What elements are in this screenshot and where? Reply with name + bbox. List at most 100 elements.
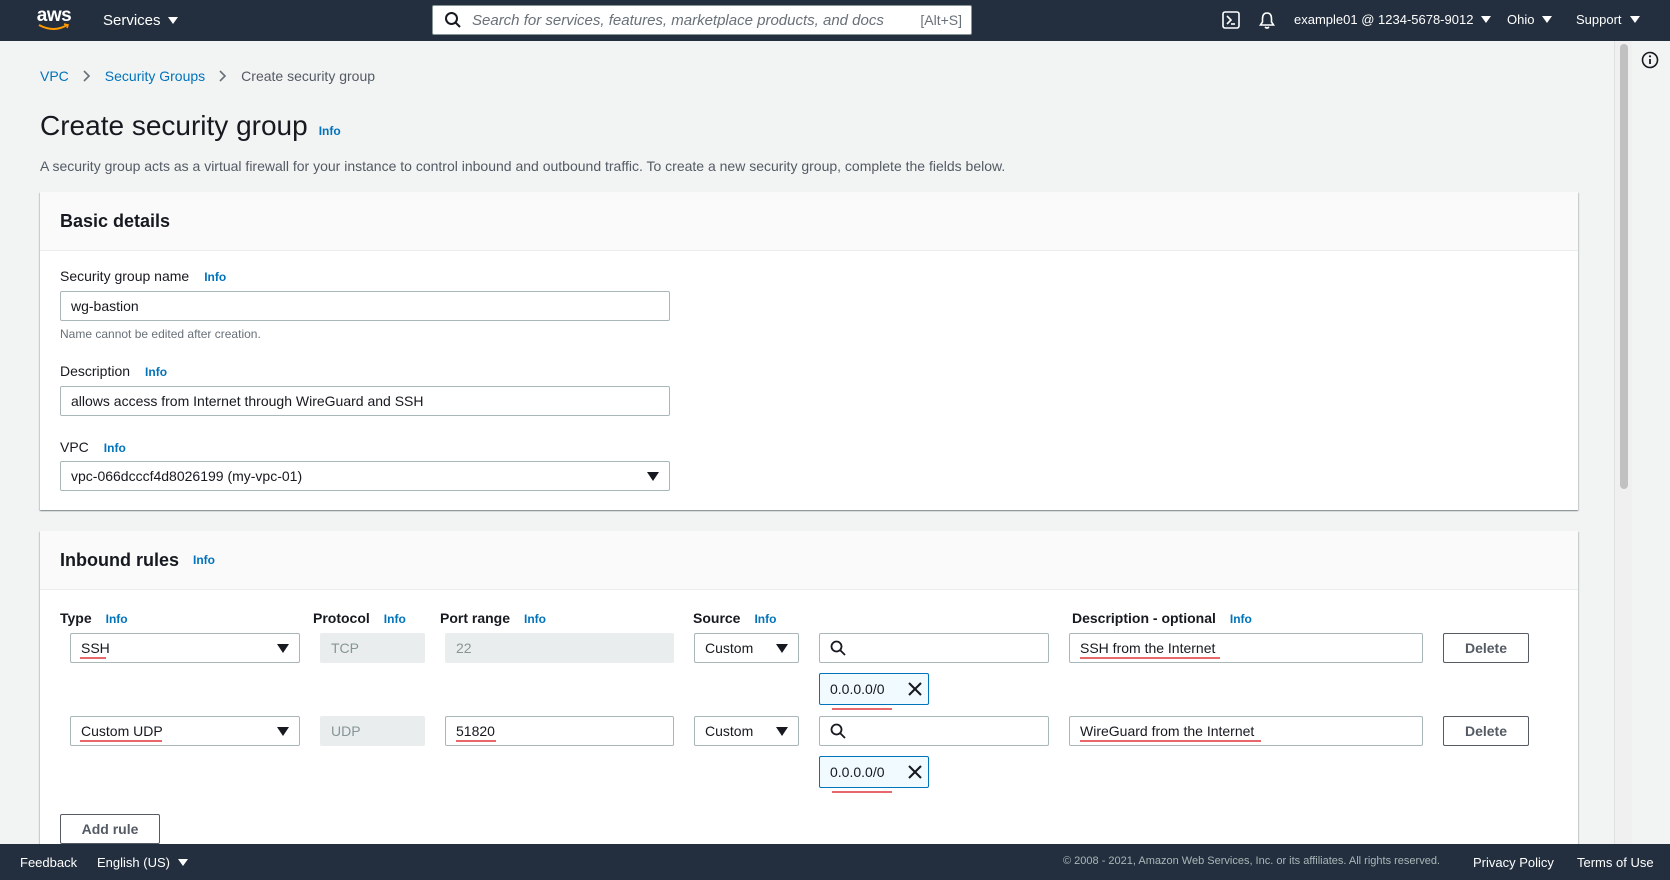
inbound-rules-header: Inbound rules Info — [40, 531, 1578, 590]
search-icon — [445, 12, 461, 28]
terms-of-use-link[interactable]: Terms of Use — [1577, 855, 1654, 870]
vpc-info-link[interactable]: Info — [104, 441, 126, 455]
rule-source-value: Custom — [705, 723, 754, 739]
rule-source-select[interactable]: Custom — [694, 716, 799, 746]
spellcheck-underline — [80, 740, 162, 742]
copyright-text: © 2008 - 2021, Amazon Web Services, Inc.… — [1063, 855, 1440, 867]
rule-port-range-field: 22 — [445, 633, 674, 663]
close-icon[interactable] — [906, 763, 924, 781]
description-value: allows access from Internet through Wire… — [71, 393, 424, 409]
rule-type-value: SSH — [81, 640, 110, 656]
page-title-text: Create security group — [40, 110, 308, 141]
support-menu[interactable]: Support — [1576, 12, 1640, 27]
footer: Feedback English (US) © 2008 - 2021, Ama… — [0, 844, 1670, 880]
feedback-link[interactable]: Feedback — [20, 855, 77, 870]
col-protocol: Protocol Info — [313, 610, 406, 626]
cloudshell-icon[interactable] — [1221, 10, 1241, 30]
aws-logo-text: aws — [36, 5, 72, 26]
rule-cidr-search[interactable] — [819, 633, 1049, 663]
close-icon[interactable] — [906, 680, 924, 698]
services-menu[interactable]: Services — [103, 12, 178, 29]
breadcrumb-security-groups[interactable]: Security Groups — [105, 68, 205, 84]
spellcheck-underline — [1080, 740, 1261, 742]
privacy-policy-link[interactable]: Privacy Policy — [1473, 855, 1554, 870]
sg-name-input[interactable]: wg-bastion — [60, 291, 670, 321]
col-description: Description - optional Info — [1072, 610, 1252, 626]
chevron-down-icon — [1542, 16, 1553, 23]
top-navigation: aws Services Search for services, featur… — [0, 0, 1670, 41]
rule-cidr-search[interactable] — [819, 716, 1049, 746]
scrollbar-thumb[interactable] — [1620, 44, 1628, 489]
rule-source-value: Custom — [705, 640, 754, 656]
description-label-text: Description — [60, 363, 131, 379]
info-panel-icon[interactable] — [1641, 51, 1659, 69]
caret-down-icon — [776, 727, 788, 736]
spellcheck-underline — [1080, 657, 1220, 659]
caret-down-icon — [277, 727, 289, 736]
support-label: Support — [1576, 12, 1622, 27]
region-menu[interactable]: Ohio — [1507, 12, 1553, 27]
search-icon — [830, 640, 846, 656]
sg-name-label-text: Security group name — [60, 268, 190, 284]
delete-rule-button[interactable]: Delete — [1443, 716, 1529, 746]
chevron-down-icon — [1629, 16, 1640, 23]
col-port-range-label: Port range — [440, 610, 511, 626]
region-label: Ohio — [1507, 12, 1535, 27]
language-menu[interactable]: English (US) — [97, 855, 188, 870]
basic-details-header: Basic details — [40, 192, 1578, 251]
rule-port-range-value: 22 — [456, 640, 472, 656]
caret-down-icon — [277, 644, 289, 653]
add-rule-button[interactable]: Add rule — [60, 814, 160, 844]
page-scrollbar[interactable] — [1614, 41, 1632, 844]
basic-details-heading: Basic details — [60, 210, 171, 231]
protocol-info-link[interactable]: Info — [384, 612, 406, 626]
description-col-info-link[interactable]: Info — [1230, 612, 1252, 626]
rule-protocol-field: TCP — [320, 633, 425, 663]
rule-description-value: SSH from the Internet — [1080, 640, 1216, 656]
type-info-link[interactable]: Info — [106, 612, 128, 626]
bell-icon[interactable] — [1257, 10, 1277, 30]
global-search[interactable]: Search for services, features, marketpla… — [432, 5, 972, 35]
breadcrumb: VPC Security Groups Create security grou… — [40, 68, 375, 84]
caret-down-icon — [776, 644, 788, 653]
spellcheck-underline — [456, 740, 496, 742]
rule-protocol-field: UDP — [320, 716, 425, 746]
rule-protocol-value: UDP — [331, 723, 361, 739]
sg-name-label: Security group name Info — [60, 268, 226, 284]
port-range-info-link[interactable]: Info — [524, 612, 546, 626]
chevron-down-icon — [167, 17, 178, 24]
search-icon — [830, 723, 846, 739]
page-description: A security group acts as a virtual firew… — [40, 158, 1006, 174]
inbound-rules-panel: Inbound rules Info — [40, 531, 1578, 851]
aws-logo[interactable]: aws — [34, 6, 74, 34]
rule-description-value: WireGuard from the Internet — [1080, 723, 1255, 739]
account-label: example01 @ 1234-5678-9012 — [1294, 12, 1474, 27]
cidr-token-value: 0.0.0.0/0 — [830, 764, 885, 780]
cidr-token-value: 0.0.0.0/0 — [830, 681, 885, 697]
rule-protocol-value: TCP — [331, 640, 359, 656]
caret-down-icon — [647, 472, 659, 481]
chevron-down-icon — [177, 859, 188, 866]
description-input[interactable]: allows access from Internet through Wire… — [60, 386, 670, 416]
search-input[interactable]: Search for services, features, marketpla… — [472, 12, 920, 29]
description-info-link[interactable]: Info — [145, 365, 167, 379]
vpc-select[interactable]: vpc-066dcccf4d8026199 (my-vpc-01) — [60, 461, 670, 491]
breadcrumb-vpc[interactable]: VPC — [40, 68, 69, 84]
col-type-label: Type — [60, 610, 92, 626]
sg-name-info-link[interactable]: Info — [204, 270, 226, 284]
page-title: Create security group Info — [40, 110, 341, 142]
breadcrumb-current: Create security group — [241, 68, 376, 84]
source-info-link[interactable]: Info — [754, 612, 776, 626]
col-protocol-label: Protocol — [313, 610, 370, 626]
rule-port-range-value: 51820 — [456, 723, 495, 739]
title-info-link[interactable]: Info — [319, 124, 341, 138]
account-menu[interactable]: example01 @ 1234-5678-9012 — [1294, 12, 1492, 27]
col-source: Source Info — [693, 610, 776, 626]
inbound-info-link[interactable]: Info — [193, 553, 215, 567]
delete-rule-button[interactable]: Delete — [1443, 633, 1529, 663]
description-label: Description Info — [60, 363, 167, 379]
cidr-token: 0.0.0.0/0 — [819, 673, 929, 710]
rule-source-select[interactable]: Custom — [694, 633, 799, 663]
vpc-select-value: vpc-066dcccf4d8026199 (my-vpc-01) — [71, 468, 303, 484]
services-label: Services — [103, 12, 161, 29]
